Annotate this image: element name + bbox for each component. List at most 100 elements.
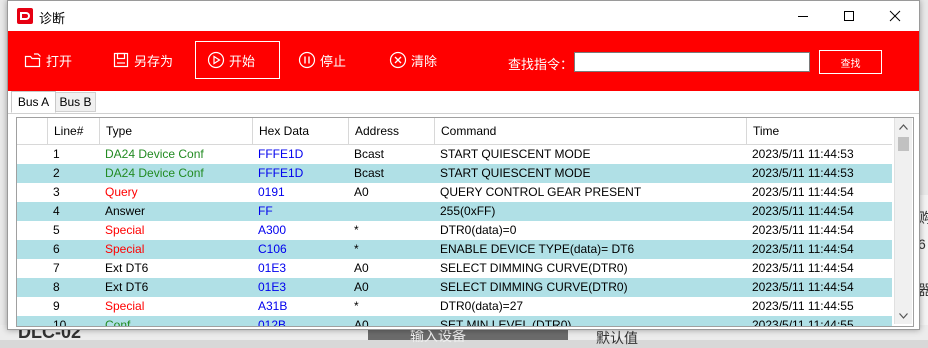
bus-tab-strip: Bus A Bus B [8,91,919,114]
chevron-down-icon [899,312,908,319]
table-row[interactable]: 4 Answer FF 255(0xFF) 2023/5/11 11:44:54 [17,202,892,221]
cell-cmd: DTR0(data)=0 [440,223,517,237]
cell-type: Special [105,242,145,256]
table-row[interactable]: 7 Ext DT6 01E3 A0 SELECT DIMMING CURVE(DTR0)… [17,259,892,278]
search-input[interactable] [574,52,810,72]
cell-addr: A0 [354,280,369,294]
grid-header: Line# Type Hex Data Address Command Time [17,118,892,145]
cell-line: 4 [53,204,60,218]
clear-button[interactable]: 清除 [389,41,437,79]
cell-cmd: ENABLE DEVICE TYPE(data)= DT6 [440,242,635,256]
save-icon [112,51,130,69]
cell-hex: FFFE1D [258,166,304,180]
cell-time: 2023/5/11 11:44:54 [752,223,854,237]
cell-line: 8 [53,280,60,294]
cell-time: 2023/5/11 11:44:55 [752,318,854,327]
cell-cmd: SET MIN LEVEL (DTR0) [440,318,572,327]
cell-addr: * [354,223,359,237]
cell-type: Conf [105,318,131,327]
cell-type: Ext DT6 [105,261,149,275]
cell-type: Special [105,299,145,313]
tab-bus-a[interactable]: Bus A [11,91,56,113]
column-header-command[interactable]: Command [434,118,746,144]
maximize-button[interactable] [826,1,872,31]
minimize-button[interactable] [780,1,826,31]
table-row[interactable]: 8 Ext DT6 01E3 A0 SELECT DIMMING CURVE(DTR0)… [17,278,892,297]
cell-time: 2023/5/11 11:44:55 [752,299,854,313]
cell-type: DA24 Device Conf [105,166,204,180]
minimize-icon [798,16,808,17]
cell-addr: * [354,299,359,313]
save-as-button[interactable]: 另存为 [112,41,173,79]
scroll-down-arrow[interactable] [895,307,912,324]
diagnostic-window: 诊断 打开 另存为 开始 停止 清除 查找指令： 查找 Bus A Bus B … [7,0,920,330]
tab-bus-b[interactable]: Bus B [56,92,96,112]
table-row[interactable]: 6 Special C106 * ENABLE DEVICE TYPE(data)= D… [17,240,892,259]
table-row[interactable]: 3 Query 0191 A0 QUERY CONTROL GEAR PRESENT 20… [17,183,892,202]
cell-line: 6 [53,242,60,256]
cell-hex: A31B [258,299,288,313]
stop-button[interactable]: 停止 [298,41,346,79]
cell-hex: FF [258,204,273,218]
save-as-label: 另存为 [134,54,174,70]
open-button[interactable]: 打开 [24,41,72,79]
column-header-type[interactable]: Type [99,118,252,144]
column-header-hex[interactable]: Hex Data [252,118,348,144]
vertical-scrollbar[interactable] [894,118,912,324]
cell-time: 2023/5/11 11:44:54 [752,280,854,294]
cell-cmd: DTR0(data)=27 [440,299,524,313]
cell-line: 1 [53,147,60,161]
cell-addr: Bcast [354,166,385,180]
cell-type: Query [105,185,138,199]
cell-line: 3 [53,185,60,199]
scroll-up-arrow[interactable] [895,118,912,135]
cell-cmd: 255(0xFF) [440,204,496,218]
table-row[interactable]: 9 Special A31B * DTR0(data)=27 2023/5/11 11:4… [17,297,892,316]
chevron-up-icon [899,123,908,130]
cell-line: 2 [53,166,60,180]
table-row[interactable]: 2 DA24 Device Conf FFFE1D Bcast START QUIESC… [17,164,892,183]
maximize-icon [844,11,854,21]
cell-hex: 0191 [258,185,285,199]
start-label: 开始 [229,54,256,70]
cell-addr [348,202,434,221]
cell-addr: A0 [354,261,369,275]
cell-hex: A300 [258,223,287,237]
cell-type: Answer [105,204,146,218]
message-grid[interactable]: Line# Type Hex Data Address Command Time… [16,117,914,327]
cell-line: 10 [53,318,67,327]
close-button[interactable] [872,1,918,31]
clear-label: 清除 [411,54,438,70]
pause-icon [298,51,316,69]
cell-time: 2023/5/11 11:44:53 [752,166,854,180]
cell-addr: Bcast [354,147,385,161]
background-default-value: 默认值 [596,330,638,346]
table-row[interactable]: 10 Conf 012B A0 SET MIN LEVEL (DTR0) 2023/5/1… [17,316,892,327]
scroll-thumb[interactable] [898,137,909,151]
column-header-address[interactable]: Address [348,118,434,144]
cell-addr: A0 [354,185,369,199]
start-button[interactable]: 开始 [195,41,280,79]
cell-type: DA24 Device Conf [105,147,204,161]
folder-open-icon [24,51,42,69]
cell-cmd: SELECT DIMMING CURVE(DTR0) [440,280,628,294]
cell-time: 2023/5/11 11:44:54 [752,242,854,256]
cell-time: 2023/5/11 11:44:54 [752,185,854,199]
table-row[interactable]: 1 DA24 Device Conf FFFE1D Bcast START QUIESC… [17,145,892,164]
title-bar[interactable]: 诊断 [8,1,919,31]
cell-line: 9 [53,299,60,313]
cell-cmd: QUERY CONTROL GEAR PRESENT [440,185,642,199]
cell-hex: FFFE1D [258,147,304,161]
stop-label: 停止 [320,54,347,70]
cell-line: 7 [53,261,60,275]
table-row[interactable]: 5 Special A300 * DTR0(data)=0 2023/5/11 11:44… [17,221,892,240]
window-title: 诊断 [39,12,66,27]
column-header-line[interactable]: Line# [47,118,99,144]
play-icon [207,51,225,69]
column-header-time[interactable]: Time [746,118,892,144]
cell-addr: A0 [354,318,369,327]
search-button[interactable]: 查找 [819,50,882,74]
cell-hex: 01E3 [258,280,287,294]
close-icon [889,10,901,22]
cell-line: 5 [53,223,60,237]
